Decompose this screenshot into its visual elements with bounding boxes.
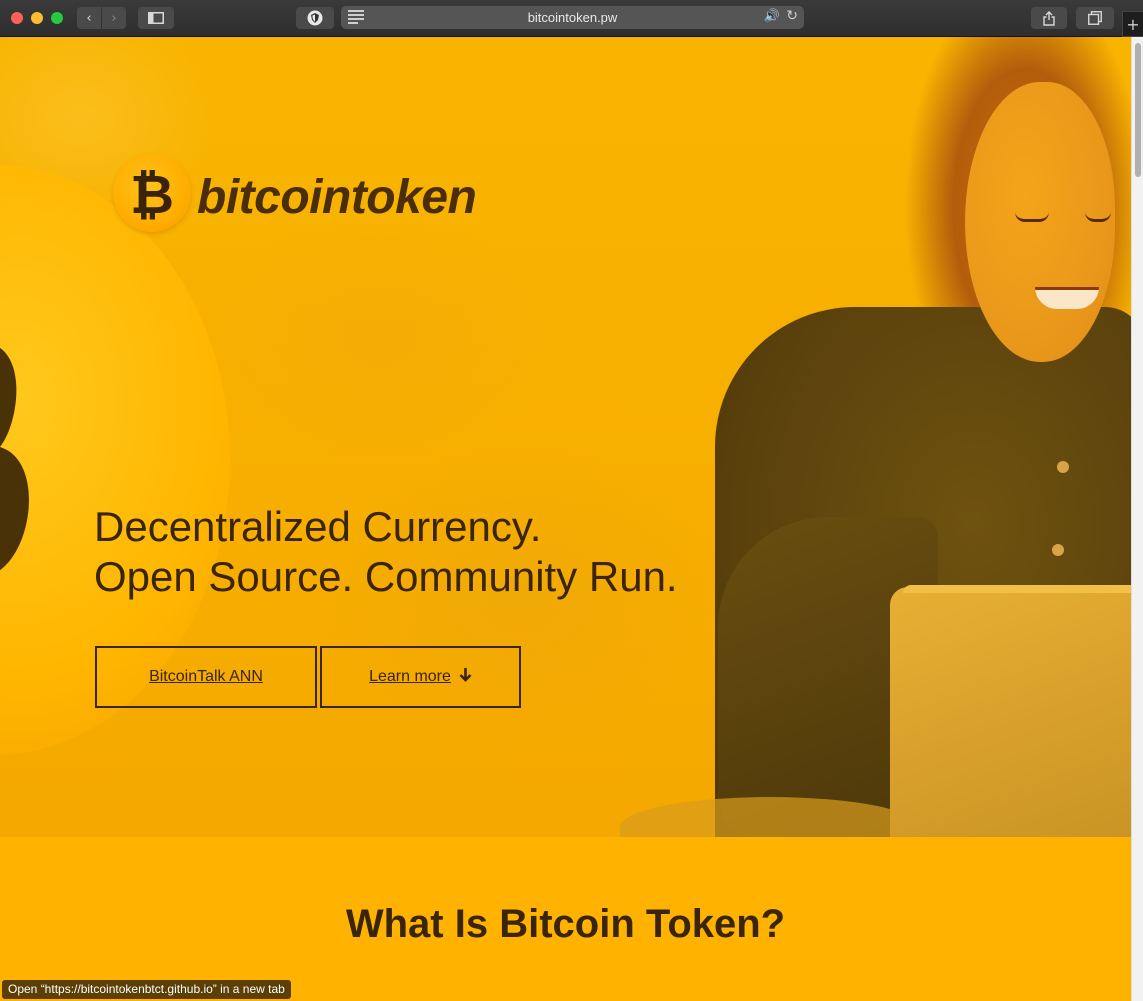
bitcointalk-ann-button[interactable]: BitcoinTalk ANN — [95, 646, 317, 708]
arrow-down-icon — [459, 668, 472, 686]
close-window-button[interactable] — [11, 12, 23, 24]
share-button[interactable] — [1031, 7, 1067, 29]
hero-photo-eye — [1015, 212, 1049, 222]
browser-toolbar: ‹ › bitcointoken.pw 🔊 ↻ + — [0, 0, 1143, 37]
headline-line-2: Open Source. Community Run. — [94, 553, 678, 600]
new-tab-button[interactable]: + — [1122, 11, 1143, 37]
section-title: What Is Bitcoin Token? — [345, 902, 786, 946]
bitcoin-logo-icon[interactable]: ₿ — [113, 154, 191, 232]
headline-line-1: Decentralized Currency. — [94, 503, 542, 550]
hero-photo-laptop — [890, 587, 1131, 837]
url-text: bitcointoken.pw — [527, 10, 618, 25]
site-logo-text[interactable]: bitcointoken — [197, 170, 477, 225]
privacy-extension-button[interactable] — [296, 7, 334, 29]
learn-more-label: Learn more — [369, 668, 451, 685]
forward-button[interactable]: › — [102, 7, 126, 29]
bitcoin-b-graphic — [0, 348, 29, 570]
share-icon — [1043, 10, 1055, 26]
fullscreen-window-button[interactable] — [51, 12, 63, 24]
web-page: ₿ bitcointoken Decentralized Currency. O… — [0, 37, 1131, 1001]
chevron-right-icon: › — [111, 10, 117, 26]
show-all-tabs-button[interactable] — [1076, 7, 1114, 29]
minimize-window-button[interactable] — [31, 12, 43, 24]
page-scrollbar[interactable] — [1131, 37, 1143, 1001]
hero-section: ₿ bitcointoken Decentralized Currency. O… — [0, 37, 1131, 837]
shirt-button — [1052, 544, 1064, 556]
plus-icon: + — [1126, 15, 1140, 34]
tabs-overview-icon — [1088, 11, 1102, 25]
address-bar[interactable]: bitcointoken.pw 🔊 ↻ — [341, 6, 804, 29]
back-button[interactable]: ‹ — [77, 7, 101, 29]
bitcoin-glyph: ₿ — [129, 163, 174, 226]
learn-more-button[interactable]: Learn more — [320, 646, 521, 708]
hero-photo-face — [965, 82, 1115, 362]
hero-photo-laptop-edge — [903, 585, 1131, 593]
shirt-button — [1057, 461, 1069, 473]
sidebar-toggle-button[interactable] — [138, 7, 174, 29]
bitcointalk-ann-label: BitcoinTalk ANN — [149, 668, 263, 685]
scrollbar-thumb[interactable] — [1135, 43, 1141, 177]
audio-playing-icon[interactable]: 🔊 — [764, 9, 780, 24]
shield-icon — [307, 10, 323, 26]
reload-icon[interactable]: ↻ — [786, 8, 798, 24]
link-status-bar: Open “https://bitcointokenbtct.github.io… — [2, 980, 291, 999]
chevron-left-icon: ‹ — [86, 10, 92, 26]
sidebar-icon — [148, 12, 164, 24]
hero-headline: Decentralized Currency. Open Source. Com… — [94, 502, 678, 602]
